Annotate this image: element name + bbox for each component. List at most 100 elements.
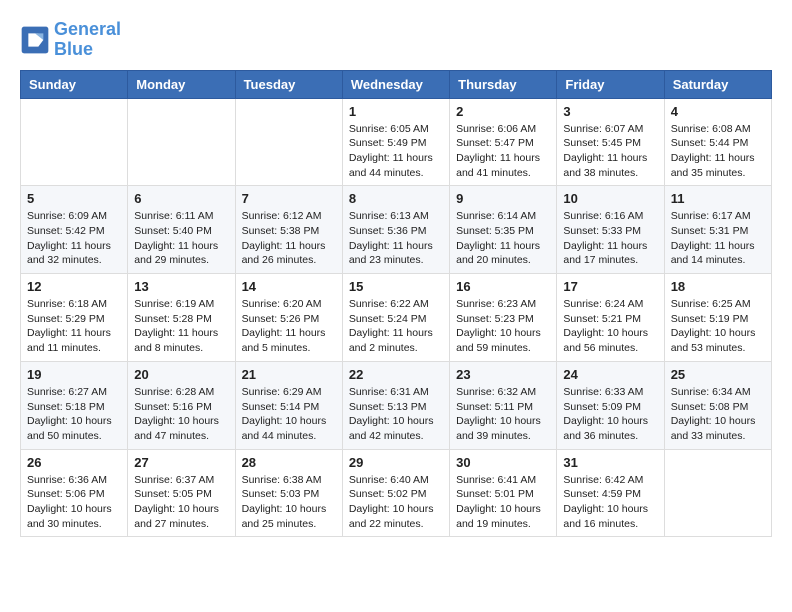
calendar-cell: 25 Sunrise: 6:34 AM Sunset: 5:08 PM Dayli… [664,361,771,449]
day-number: 19 [27,367,121,382]
day-number: 25 [671,367,765,382]
calendar-cell: 8 Sunrise: 6:13 AM Sunset: 5:36 PM Daylig… [342,186,449,274]
calendar-cell: 3 Sunrise: 6:07 AM Sunset: 5:45 PM Daylig… [557,98,664,186]
day-number: 20 [134,367,228,382]
day-number: 24 [563,367,657,382]
day-info: Sunrise: 6:09 AM Sunset: 5:42 PM Dayligh… [27,209,121,268]
day-info: Sunrise: 6:31 AM Sunset: 5:13 PM Dayligh… [349,385,443,444]
calendar-cell: 5 Sunrise: 6:09 AM Sunset: 5:42 PM Daylig… [21,186,128,274]
day-number: 17 [563,279,657,294]
calendar-cell: 28 Sunrise: 6:38 AM Sunset: 5:03 PM Dayli… [235,449,342,537]
day-info: Sunrise: 6:28 AM Sunset: 5:16 PM Dayligh… [134,385,228,444]
day-info: Sunrise: 6:33 AM Sunset: 5:09 PM Dayligh… [563,385,657,444]
day-info: Sunrise: 6:27 AM Sunset: 5:18 PM Dayligh… [27,385,121,444]
calendar-cell: 1 Sunrise: 6:05 AM Sunset: 5:49 PM Daylig… [342,98,449,186]
calendar-cell: 23Sunrise: 6:32 AM Sunset: 5:11 PM Dayli… [450,361,557,449]
logo: General Blue [20,20,121,60]
day-number: 21 [242,367,336,382]
day-number: 2 [456,104,550,119]
day-number: 4 [671,104,765,119]
weekday-header-saturday: Saturday [664,70,771,98]
weekday-header-row: SundayMondayTuesdayWednesdayThursdayFrid… [21,70,772,98]
day-number: 13 [134,279,228,294]
day-info: Sunrise: 6:20 AM Sunset: 5:26 PM Dayligh… [242,297,336,356]
page-header: General Blue [20,20,772,60]
day-number: 29 [349,455,443,470]
day-info: Sunrise: 6:07 AM Sunset: 5:45 PM Dayligh… [563,122,657,181]
week-row-2: 5 Sunrise: 6:09 AM Sunset: 5:42 PM Daylig… [21,186,772,274]
day-number: 1 [349,104,443,119]
day-info: Sunrise: 6:40 AM Sunset: 5:02 PM Dayligh… [349,473,443,532]
day-info: Sunrise: 6:06 AM Sunset: 5:47 PM Dayligh… [456,122,550,181]
day-number: 6 [134,191,228,206]
day-number: 7 [242,191,336,206]
day-number: 5 [27,191,121,206]
calendar-cell [128,98,235,186]
weekday-header-sunday: Sunday [21,70,128,98]
calendar-cell: 6 Sunrise: 6:11 AM Sunset: 5:40 PM Daylig… [128,186,235,274]
day-number: 9 [456,191,550,206]
day-number: 26 [27,455,121,470]
logo-icon [20,25,50,55]
day-info: Sunrise: 6:29 AM Sunset: 5:14 PM Dayligh… [242,385,336,444]
calendar-cell: 18Sunrise: 6:25 AM Sunset: 5:19 PM Dayli… [664,274,771,362]
calendar-cell: 15Sunrise: 6:22 AM Sunset: 5:24 PM Dayli… [342,274,449,362]
day-info: Sunrise: 6:14 AM Sunset: 5:35 PM Dayligh… [456,209,550,268]
calendar-cell: 22Sunrise: 6:31 AM Sunset: 5:13 PM Dayli… [342,361,449,449]
calendar-cell: 31 Sunrise: 6:42 AM Sunset: 4:59 PM Dayli… [557,449,664,537]
day-info: Sunrise: 6:13 AM Sunset: 5:36 PM Dayligh… [349,209,443,268]
day-number: 3 [563,104,657,119]
day-info: Sunrise: 6:11 AM Sunset: 5:40 PM Dayligh… [134,209,228,268]
calendar-cell: 21 Sunrise: 6:29 AM Sunset: 5:14 PM Dayli… [235,361,342,449]
weekday-header-tuesday: Tuesday [235,70,342,98]
week-row-4: 19 Sunrise: 6:27 AM Sunset: 5:18 PM Dayli… [21,361,772,449]
calendar-cell: 11Sunrise: 6:17 AM Sunset: 5:31 PM Dayli… [664,186,771,274]
calendar-cell: 27Sunrise: 6:37 AM Sunset: 5:05 PM Dayli… [128,449,235,537]
week-row-1: 1 Sunrise: 6:05 AM Sunset: 5:49 PM Daylig… [21,98,772,186]
week-row-3: 12 Sunrise: 6:18 AM Sunset: 5:29 PM Dayli… [21,274,772,362]
day-number: 8 [349,191,443,206]
weekday-header-friday: Friday [557,70,664,98]
calendar-cell: 20 Sunrise: 6:28 AM Sunset: 5:16 PM Dayli… [128,361,235,449]
day-info: Sunrise: 6:36 AM Sunset: 5:06 PM Dayligh… [27,473,121,532]
day-info: Sunrise: 6:12 AM Sunset: 5:38 PM Dayligh… [242,209,336,268]
day-number: 10 [563,191,657,206]
calendar-cell [21,98,128,186]
day-number: 23 [456,367,550,382]
day-info: Sunrise: 6:42 AM Sunset: 4:59 PM Dayligh… [563,473,657,532]
day-number: 30 [456,455,550,470]
calendar-cell: 29 Sunrise: 6:40 AM Sunset: 5:02 PM Dayli… [342,449,449,537]
calendar-cell: 17 Sunrise: 6:24 AM Sunset: 5:21 PM Dayli… [557,274,664,362]
calendar-cell: 2 Sunrise: 6:06 AM Sunset: 5:47 PM Daylig… [450,98,557,186]
day-number: 31 [563,455,657,470]
calendar-cell: 14Sunrise: 6:20 AM Sunset: 5:26 PM Dayli… [235,274,342,362]
calendar-cell: 4Sunrise: 6:08 AM Sunset: 5:44 PM Daylig… [664,98,771,186]
day-info: Sunrise: 6:18 AM Sunset: 5:29 PM Dayligh… [27,297,121,356]
day-number: 15 [349,279,443,294]
calendar-cell [664,449,771,537]
day-info: Sunrise: 6:34 AM Sunset: 5:08 PM Dayligh… [671,385,765,444]
week-row-5: 26 Sunrise: 6:36 AM Sunset: 5:06 PM Dayli… [21,449,772,537]
calendar-cell: 16 Sunrise: 6:23 AM Sunset: 5:23 PM Dayli… [450,274,557,362]
day-info: Sunrise: 6:23 AM Sunset: 5:23 PM Dayligh… [456,297,550,356]
day-info: Sunrise: 6:16 AM Sunset: 5:33 PM Dayligh… [563,209,657,268]
day-number: 12 [27,279,121,294]
day-number: 11 [671,191,765,206]
weekday-header-monday: Monday [128,70,235,98]
calendar-cell: 12 Sunrise: 6:18 AM Sunset: 5:29 PM Dayli… [21,274,128,362]
weekday-header-wednesday: Wednesday [342,70,449,98]
calendar-cell: 10 Sunrise: 6:16 AM Sunset: 5:33 PM Dayli… [557,186,664,274]
day-number: 16 [456,279,550,294]
day-info: Sunrise: 6:25 AM Sunset: 5:19 PM Dayligh… [671,297,765,356]
day-info: Sunrise: 6:41 AM Sunset: 5:01 PM Dayligh… [456,473,550,532]
day-info: Sunrise: 6:38 AM Sunset: 5:03 PM Dayligh… [242,473,336,532]
day-info: Sunrise: 6:24 AM Sunset: 5:21 PM Dayligh… [563,297,657,356]
calendar-cell: 24 Sunrise: 6:33 AM Sunset: 5:09 PM Dayli… [557,361,664,449]
calendar-cell: 30 Sunrise: 6:41 AM Sunset: 5:01 PM Dayli… [450,449,557,537]
day-number: 28 [242,455,336,470]
weekday-header-thursday: Thursday [450,70,557,98]
day-info: Sunrise: 6:05 AM Sunset: 5:49 PM Dayligh… [349,122,443,181]
calendar-cell: 26 Sunrise: 6:36 AM Sunset: 5:06 PM Dayli… [21,449,128,537]
day-info: Sunrise: 6:19 AM Sunset: 5:28 PM Dayligh… [134,297,228,356]
calendar-cell [235,98,342,186]
